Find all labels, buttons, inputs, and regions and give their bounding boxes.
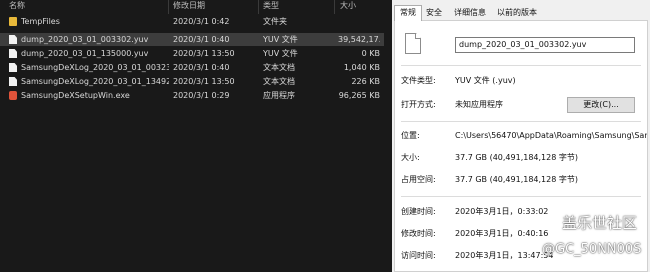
file-name: SamsungDeXLog_2020_03_01_003237...	[21, 63, 169, 72]
file-size: 0 KB	[361, 49, 380, 58]
exe-icon	[9, 91, 17, 100]
file-size: 96,265 KB	[338, 91, 380, 100]
folder-icon	[9, 17, 17, 26]
file-type: YUV 文件	[263, 49, 298, 58]
file-date: 2020/3/1 0:40	[173, 63, 230, 72]
change-button[interactable]: 更改(C)...	[567, 97, 635, 113]
size-value: 37.7 GB (40,491,184,128 字节)	[455, 153, 578, 162]
divider	[401, 65, 641, 66]
tab-general[interactable]: 常规	[394, 5, 422, 21]
file-icon-fold	[415, 33, 421, 39]
file-type-label: 文件类型:	[401, 76, 436, 85]
file-date: 2020/3/1 13:50	[173, 77, 235, 86]
tab-details[interactable]: 详细信息	[450, 6, 490, 19]
file-type: 文本文档	[263, 63, 295, 72]
created-value: 2020年3月1日，0:33:02	[455, 207, 549, 216]
file-type: 应用程序	[263, 91, 295, 100]
file-type-value: YUV 文件 (.yuv)	[455, 76, 516, 85]
file-icon	[9, 77, 17, 86]
file-size: 39,542,17...	[338, 35, 380, 44]
file-icon	[9, 49, 17, 58]
modified-label: 修改时间:	[401, 229, 436, 238]
file-name: SamsungDeXSetupWin.exe	[21, 91, 130, 100]
file-icon	[9, 63, 17, 72]
location-label: 位置:	[401, 131, 420, 140]
column-header-date[interactable]: 修改日期	[173, 0, 205, 12]
column-header-name[interactable]: 名称	[9, 0, 25, 12]
size-on-disk-label: 占用空间:	[401, 175, 436, 184]
general-panel: dump_2020_03_01_003302.yuv 文件类型: YUV 文件 …	[394, 20, 648, 272]
location-value: C:\Users\56470\AppData\Roaming\Samsung\S…	[455, 131, 647, 140]
column-divider[interactable]	[258, 0, 259, 14]
tab-previous-versions[interactable]: 以前的版本	[492, 6, 542, 19]
file-date: 2020/3/1 0:29	[173, 91, 230, 100]
size-on-disk-value: 37.7 GB (40,491,184,128 字节)	[455, 175, 578, 184]
file-type: 文本文档	[263, 77, 295, 86]
tab-security[interactable]: 安全	[422, 6, 446, 19]
filename-field[interactable]: dump_2020_03_01_003302.yuv	[455, 37, 635, 53]
watermark-handle: @GC_50NN00S	[542, 242, 642, 257]
accessed-value: 2020年3月1日，13:47:54	[455, 251, 554, 260]
open-with-label: 打开方式:	[401, 100, 436, 109]
file-name: dump_2020_03_01_003302.yuv	[21, 35, 149, 44]
file-size: 1,040 KB	[343, 63, 380, 72]
file-row[interactable]: dump_2020_03_01_003302.yuv 2020/3/1 0:40 Y…	[0, 33, 384, 46]
column-header-type[interactable]: 类型	[263, 0, 279, 12]
file-name: dump_2020_03_01_135000.yuv	[21, 49, 149, 58]
file-name: SamsungDeXLog_2020_03_01_134929...	[21, 77, 169, 86]
divider	[401, 196, 641, 197]
file-date: 2020/3/1 0:40	[173, 35, 230, 44]
watermark-title: 盖乐世社区	[562, 214, 638, 232]
size-label: 大小:	[401, 153, 420, 162]
file-date: 2020/3/1 13:50	[173, 49, 235, 58]
file-row[interactable]: TempFiles 2020/3/1 0:42 文件夹	[0, 15, 384, 28]
file-explorer: 名称 修改日期 类型 大小 TempFiles 2020/3/1 0:42 文件夹 d…	[0, 0, 384, 272]
file-row[interactable]: dump_2020_03_01_135000.yuv 2020/3/1 13:50…	[0, 47, 384, 60]
divider	[401, 121, 641, 122]
created-label: 创建时间:	[401, 207, 436, 216]
column-divider[interactable]	[168, 0, 169, 14]
accessed-label: 访问时间:	[401, 251, 436, 260]
modified-value: 2020年3月1日，0:40:16	[455, 229, 549, 238]
open-with-value: 未知应用程序	[455, 100, 503, 109]
file-type: 文件夹	[263, 17, 287, 26]
file-size: 226 KB	[351, 77, 380, 86]
column-header-size[interactable]: 大小	[340, 0, 356, 12]
file-type: YUV 文件	[263, 35, 298, 44]
file-row[interactable]: SamsungDeXLog_2020_03_01_003237... 2020/3…	[0, 61, 384, 74]
file-date: 2020/3/1 0:42	[173, 17, 230, 26]
file-row[interactable]: SamsungDeXSetupWin.exe 2020/3/1 0:29 应用程序 9…	[0, 89, 384, 102]
file-icon	[9, 35, 17, 44]
file-name: TempFiles	[21, 17, 60, 26]
column-divider[interactable]	[334, 0, 335, 14]
file-row[interactable]: SamsungDeXLog_2020_03_01_134929... 2020/3…	[0, 75, 384, 88]
